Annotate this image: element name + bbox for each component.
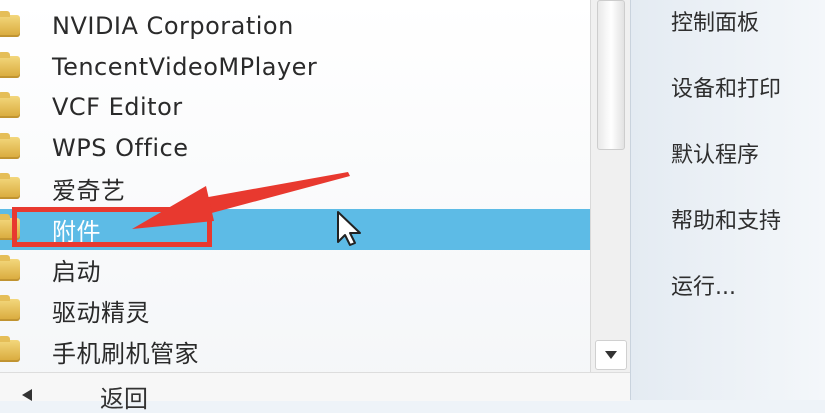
list-item-label: 驱动精灵: [52, 298, 150, 327]
menu-item-devices-printers[interactable]: 设备和打印: [671, 71, 781, 103]
list-item-nvidia-corporation[interactable]: NVIDIA Corporation: [0, 6, 590, 47]
list-item-label: TencentVideoMPlayer: [52, 52, 318, 81]
list-item-tencentvideomplayer[interactable]: TencentVideoMPlayer: [0, 47, 590, 88]
back-arrow-icon: [22, 389, 32, 401]
list-item-accessories[interactable]: 附件: [0, 208, 590, 250]
program-list: NVIDIA Corporation TencentVideoMPlayer V…: [0, 6, 590, 371]
back-label: 返回: [100, 385, 148, 413]
list-item-iqiyi[interactable]: 爱奇艺: [0, 168, 590, 209]
list-item-vcf-editor[interactable]: VCF Editor: [0, 87, 590, 128]
program-list-scrollbar[interactable]: [590, 0, 631, 372]
list-item-label: 附件: [52, 217, 101, 246]
program-list-panel: NVIDIA Corporation TencentVideoMPlayer V…: [0, 0, 631, 411]
folder-icon: [0, 295, 20, 322]
list-item-label: NVIDIA Corporation: [52, 12, 294, 41]
folder-icon: [0, 92, 20, 119]
folder-icon: [0, 335, 20, 362]
chevron-down-icon: [605, 351, 617, 359]
list-item-driver-genius[interactable]: 驱动精灵: [0, 290, 590, 331]
mouse-cursor-icon: [337, 211, 361, 246]
back-button[interactable]: 返回: [0, 372, 630, 411]
list-item-label: 手机刷机管家: [52, 339, 199, 368]
list-item-wps-office[interactable]: WPS Office: [0, 128, 590, 169]
folder-icon: [0, 173, 20, 200]
list-item-label: 爱奇艺: [52, 177, 126, 206]
list-item-phone-flash-manager[interactable]: 手机刷机管家: [0, 331, 590, 372]
folder-icon: [0, 11, 20, 37]
menu-item-help-support[interactable]: 帮助和支持: [671, 203, 781, 235]
folder-icon: [0, 213, 20, 240]
list-item-startup[interactable]: 启动: [0, 250, 590, 291]
list-item-label: WPS Office: [52, 134, 189, 163]
menu-item-control-panel[interactable]: 控制面板: [671, 5, 759, 37]
folder-icon: [0, 132, 20, 159]
start-menu-right-pane: 控制面板 设备和打印 默认程序 帮助和支持 运行...: [630, 0, 825, 400]
scrollbar-thumb[interactable]: [597, 0, 625, 150]
menu-item-run[interactable]: 运行...: [671, 269, 736, 301]
list-item-label: VCF Editor: [52, 93, 183, 122]
menu-item-default-programs[interactable]: 默认程序: [671, 137, 759, 169]
folder-icon: [0, 51, 20, 78]
folder-icon: [0, 254, 20, 281]
list-item-label: 启动: [52, 258, 101, 287]
scroll-down-button[interactable]: [595, 340, 627, 370]
